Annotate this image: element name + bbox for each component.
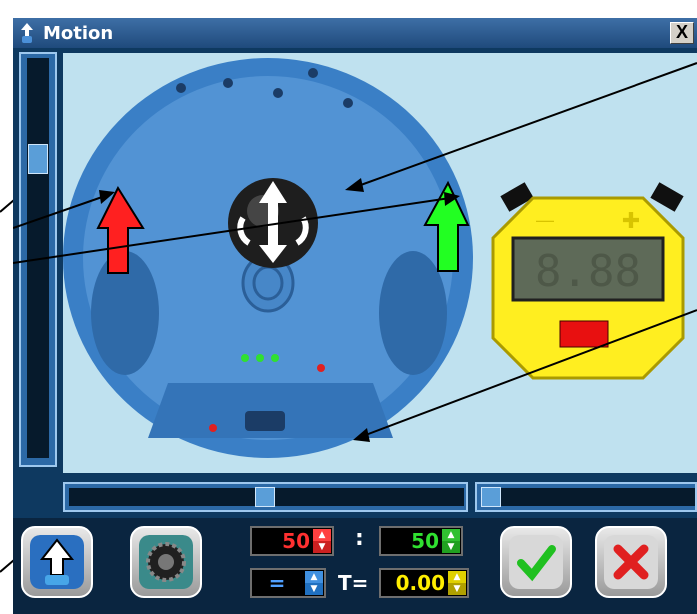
right-horizontal-slider[interactable] [475,482,697,512]
stopwatch-start-button[interactable] [559,320,609,348]
gear-icon [139,535,193,589]
time-spinner[interactable]: ▲ ▼ [448,571,466,595]
operator-select[interactable]: = ▲ ▼ [250,568,326,598]
right-speed-up-icon[interactable]: ▲ [442,529,460,541]
right-speed-input[interactable]: 50 ▲ ▼ [379,526,463,556]
time-down-icon[interactable]: ▼ [448,583,466,595]
left-speed-input[interactable]: 50 ▲ ▼ [250,526,334,556]
operator-spinner[interactable]: ▲ ▼ [305,571,323,595]
right-speed-value: 50 [411,529,439,553]
operator-value: = [268,571,286,595]
left-horizontal-slider-thumb[interactable] [255,487,275,507]
operator-down-icon[interactable]: ▼ [305,583,323,595]
close-icon: X [675,22,688,42]
left-speed-spinner[interactable]: ▲ ▼ [313,529,331,553]
stopwatch-display: 8.88 [535,246,641,297]
stopwatch-plus: ✚ [622,208,640,233]
right-speed-down-icon[interactable]: ▼ [442,541,460,553]
right-horizontal-slider-thumb[interactable] [481,487,501,507]
stopwatch: 8.88 — ✚ [491,182,685,380]
direction-ball-icon[interactable] [228,178,318,268]
vertical-slider-thumb[interactable] [28,144,48,174]
window-title: Motion [43,23,114,44]
time-up-icon[interactable]: ▲ [448,571,466,583]
left-speed-up-icon[interactable]: ▲ [313,529,331,541]
right-horizontal-slider-track[interactable] [481,488,695,506]
ok-button[interactable] [500,526,572,598]
right-speed-spinner[interactable]: ▲ ▼ [442,529,460,553]
cancel-button[interactable] [595,526,667,598]
bottom-toolbar: 50 ▲ ▼ : 50 ▲ ▼ = ▲ ▼ T= 0.00 ▲ ▼ [13,518,697,614]
time-label: T= [338,571,369,595]
robot-motion-icon [30,535,84,589]
cancel-x-icon [604,535,658,589]
robot-illustration: 8.88 — ✚ [63,58,685,458]
motion-title-icon [21,23,33,43]
speed-separator: : [355,526,364,551]
gear-mode-button[interactable] [130,526,202,598]
motion-window: Motion X 8.88 — ✚ 50 ▲ ▼: 50 ▲ ▼ = ▲ ▼ … [13,18,697,614]
vertical-slider[interactable] [19,52,57,467]
time-input[interactable]: 0.00 ▲ ▼ [379,568,469,598]
robot-scene: 8.88 — ✚ [63,53,697,473]
operator-up-icon[interactable]: ▲ [305,571,323,583]
left-horizontal-slider[interactable] [63,482,468,512]
stopwatch-minus: — [536,210,554,230]
content-area: 8.88 — ✚ 50 ▲ ▼: 50 ▲ ▼ = ▲ ▼ T= 0.00 ▲… [13,48,697,614]
left-speed-down-icon[interactable]: ▼ [313,541,331,553]
vertical-slider-track[interactable] [27,58,49,458]
close-button[interactable]: X [670,22,694,44]
checkmark-icon [509,535,563,589]
time-value: 0.00 [395,571,445,595]
motion-mode-button[interactable] [21,526,93,598]
left-speed-value: 50 [282,529,310,553]
title-bar[interactable]: Motion X [13,18,697,48]
